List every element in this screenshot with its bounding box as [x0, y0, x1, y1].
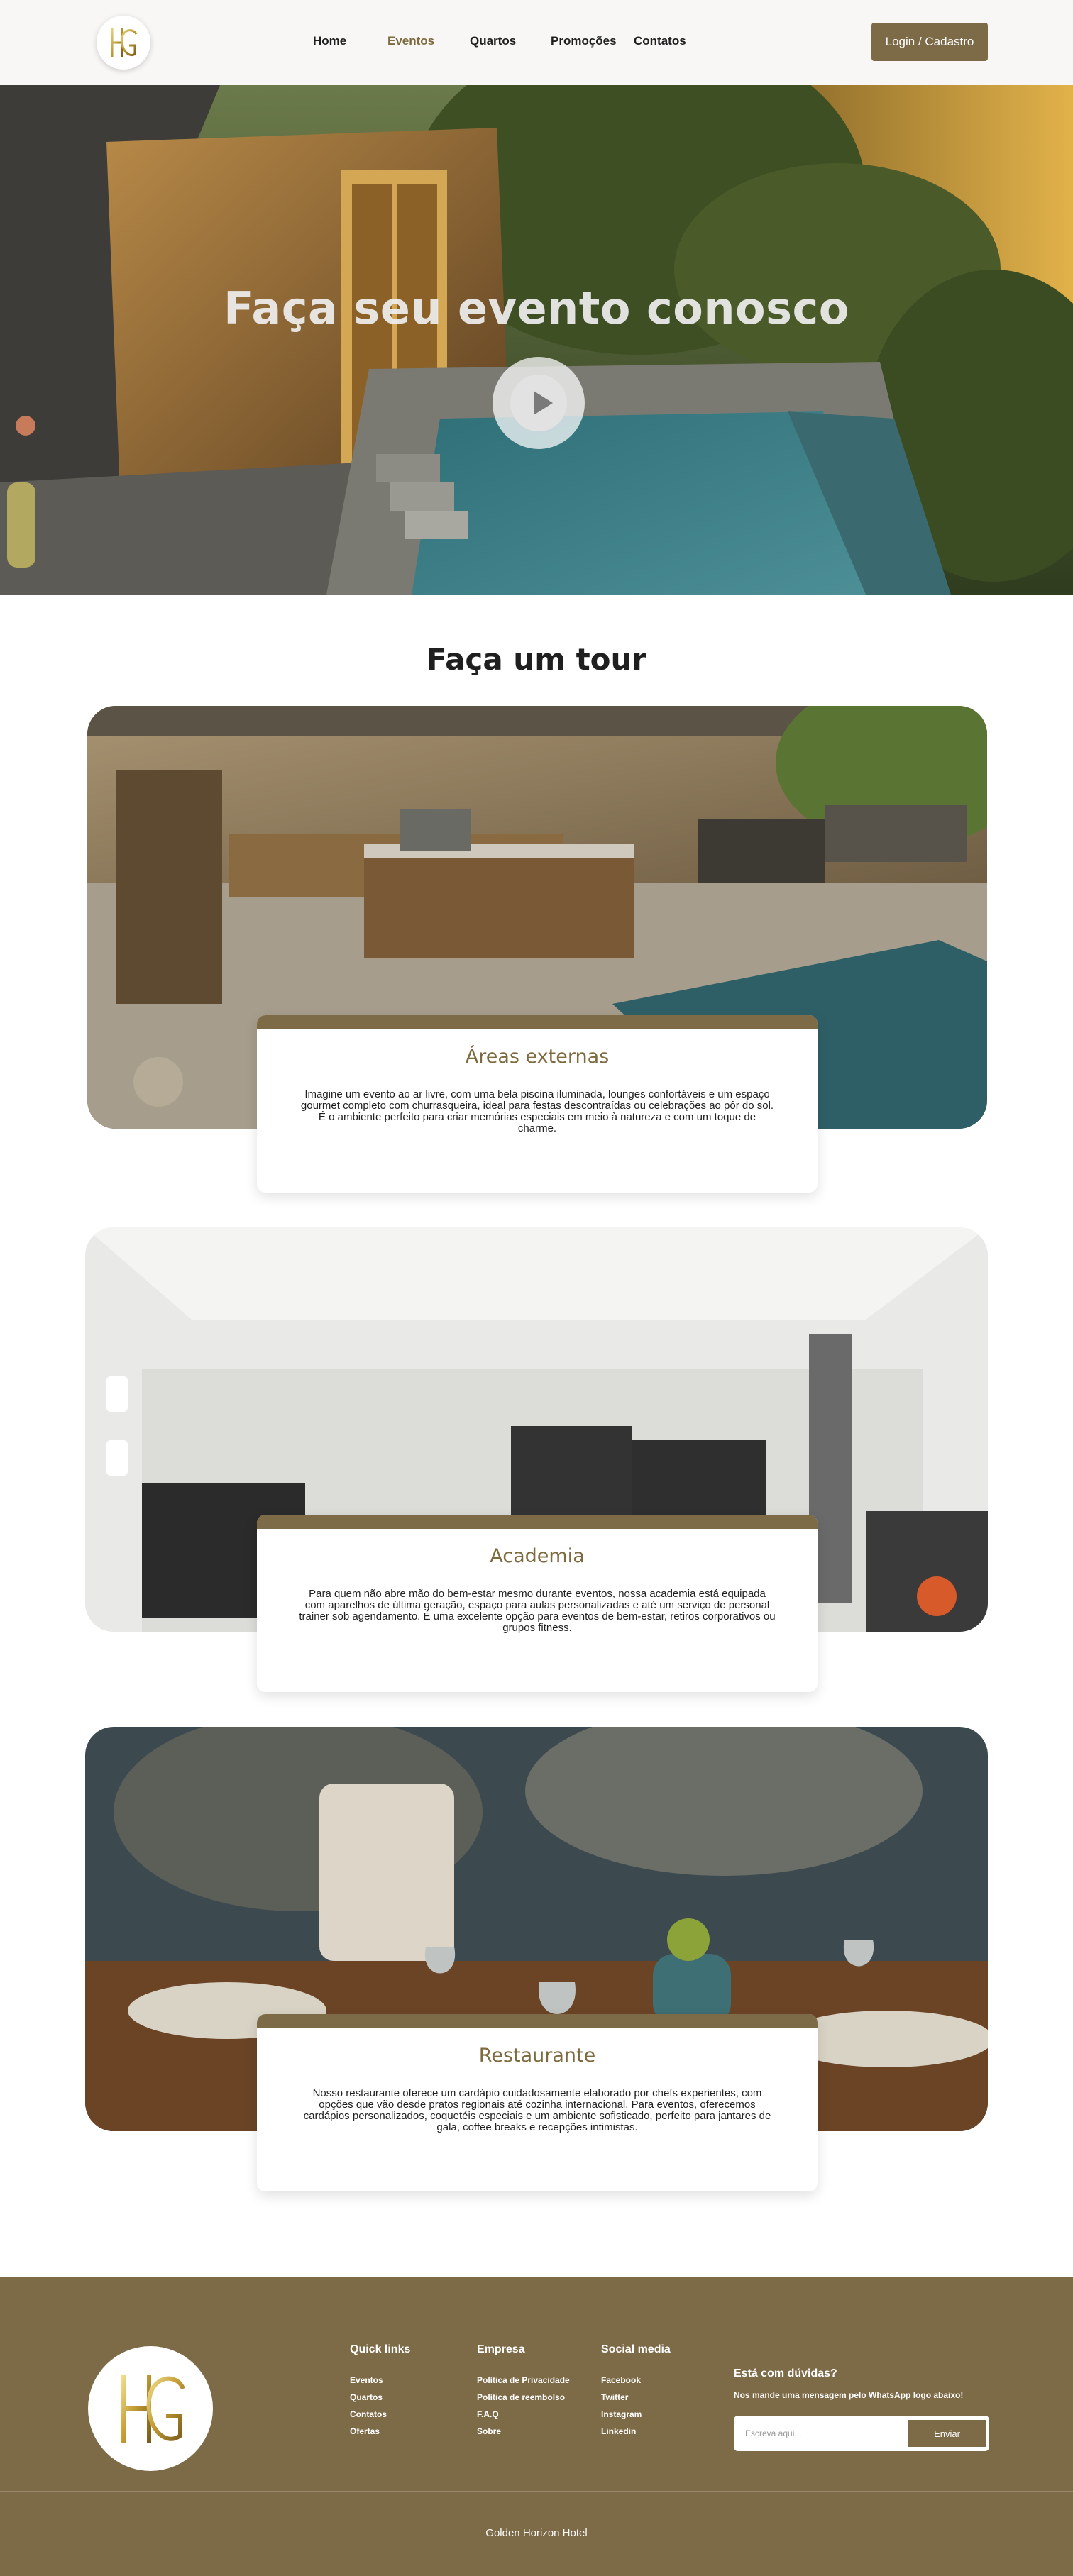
footer-link-reembolso[interactable]: Política de reembolso [477, 2389, 570, 2406]
card-title: Áreas externas [465, 1046, 610, 1068]
play-video-button[interactable] [493, 357, 585, 449]
login-button[interactable]: Login / Cadastro [871, 23, 988, 61]
card-title: Academia [490, 1545, 585, 1567]
play-icon [534, 391, 553, 415]
card-accent-bar [257, 2014, 818, 2028]
nav-eventos[interactable]: Eventos [387, 34, 434, 48]
tour-card-academia: Academia Para quem não abre mão do bem-e… [257, 1515, 818, 1692]
hotel-logo[interactable] [97, 16, 150, 70]
footer-link-privacidade[interactable]: Política de Privacidade [477, 2372, 570, 2389]
footer-divider [0, 2491, 1073, 2492]
tour-title: Faça um tour [426, 642, 647, 677]
footer-link-facebook[interactable]: Facebook [601, 2372, 671, 2389]
quick-links-title: Quick links [350, 2343, 411, 2355]
card-accent-bar [257, 1515, 818, 1529]
tour-card-restaurante: Restaurante Nosso restaurante oferece um… [257, 2014, 818, 2191]
hero-title: Faça seu evento conosco [224, 282, 849, 334]
hero-image [0, 85, 1073, 595]
footer-link-faq[interactable]: F.A.Q [477, 2406, 570, 2423]
card-accent-bar [257, 1015, 818, 1029]
footer-contact: Está com dúvidas? Nos mande uma mensagem… [734, 2367, 989, 2451]
whatsapp-form: Enviar [734, 2416, 989, 2451]
footer-link-contatos[interactable]: Contatos [350, 2406, 410, 2423]
tour-card-areas-externas: Áreas externas Imagine um evento ao ar l… [257, 1015, 818, 1193]
contact-subtitle: Nos mande uma mensagem pelo WhatsApp log… [734, 2390, 964, 2400]
site-header: Home Eventos Quartos Promoções Contatos … [0, 0, 1073, 85]
empresa-title: Empresa [477, 2343, 525, 2355]
contact-title: Está com dúvidas? [734, 2367, 837, 2379]
hg-monogram-icon [111, 28, 138, 57]
footer-link-ofertas[interactable]: Ofertas [350, 2423, 410, 2440]
footer-link-linkedin[interactable]: Linkedin [601, 2423, 671, 2440]
play-button-inner [510, 375, 567, 431]
footer-empresa: Empresa Política de Privacidade Política… [477, 2343, 570, 2440]
footer-logo[interactable] [88, 2346, 213, 2471]
footer-social: Social media Facebook Twitter Instagram … [601, 2343, 671, 2440]
nav-home[interactable]: Home [313, 34, 346, 48]
footer-copyright: Golden Horizon Hotel [485, 2527, 588, 2539]
footer-link-sobre[interactable]: Sobre [477, 2423, 570, 2440]
footer-link-quartos[interactable]: Quartos [350, 2389, 410, 2406]
hero-banner: Faça seu evento conosco [0, 85, 1073, 595]
card-description: Nosso restaurante oferece um cardápio cu… [303, 2087, 771, 2133]
nav-quartos[interactable]: Quartos [470, 34, 516, 48]
message-input[interactable] [745, 2426, 901, 2441]
footer-quick-links: Quick links Eventos Quartos Contatos Ofe… [350, 2343, 410, 2440]
nav-contatos[interactable]: Contatos [634, 34, 686, 48]
site-footer: Quick links Eventos Quartos Contatos Ofe… [0, 2277, 1073, 2576]
social-title: Social media [601, 2343, 671, 2355]
nav-promocoes[interactable]: Promoções [551, 34, 617, 48]
hg-monogram-icon [121, 2375, 185, 2443]
footer-link-eventos[interactable]: Eventos [350, 2372, 410, 2389]
footer-link-twitter[interactable]: Twitter [601, 2389, 671, 2406]
card-description: Imagine um evento ao ar livre, com uma b… [300, 1088, 774, 1134]
card-description: Para quem não abre mão do bem-estar mesm… [299, 1588, 776, 1634]
footer-link-instagram[interactable]: Instagram [601, 2406, 671, 2423]
send-button[interactable]: Enviar [908, 2420, 986, 2447]
card-title: Restaurante [478, 2045, 596, 2067]
